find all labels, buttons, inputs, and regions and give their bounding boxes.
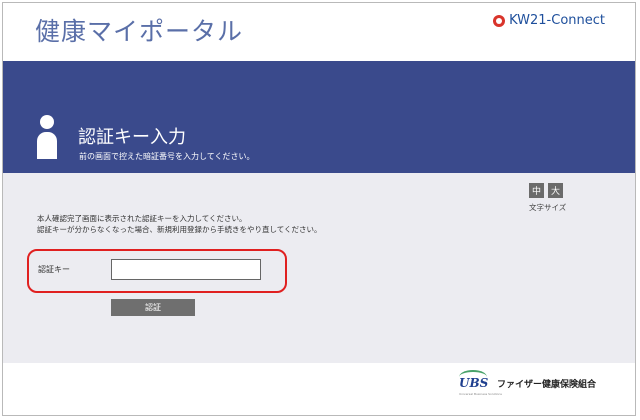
- brand-name: KW21-Connect: [509, 13, 605, 28]
- portal-title: 健康マイポータル: [35, 17, 244, 46]
- ubs-logo: UBS Universal Business Solutions: [459, 370, 502, 396]
- font-size-caption: 文字サイズ: [529, 203, 567, 212]
- instructions: 本人確認完了画面に表示された認証キーを入力してください。 認証キーが分からなくな…: [37, 213, 322, 235]
- page-frame: 健康マイポータル KW21-Connect 認証キー入力 前の画面で控えた暗証番…: [2, 2, 636, 416]
- person-icon: [37, 115, 57, 159]
- font-size-medium-button[interactable]: 中: [529, 183, 544, 198]
- ubs-logo-subtext: Universal Business Solutions: [459, 392, 502, 396]
- authenticate-button[interactable]: 認証: [111, 299, 195, 316]
- instruction-line-2: 認証キーが分からなくなった場合、新規利用登録から手続きをやり直してください。: [37, 225, 322, 234]
- footer: UBS Universal Business Solutions ファイザー健康…: [3, 363, 635, 415]
- main-content: 中 大 文字サイズ 本人確認完了画面に表示された認証キーを入力してください。 認…: [3, 173, 635, 363]
- font-size-large-button[interactable]: 大: [548, 183, 563, 198]
- page-subtitle: 前の画面で控えた暗証番号を入力してください。: [79, 152, 255, 161]
- brand-logo: KW21-Connect: [493, 13, 605, 28]
- page-title: 認証キー入力: [78, 127, 186, 148]
- organization-name: ファイザー健康保険組合: [497, 380, 597, 390]
- header: 健康マイポータル KW21-Connect: [3, 3, 635, 61]
- title-banner: 認証キー入力 前の画面で控えた暗証番号を入力してください。: [3, 61, 635, 173]
- brand-circle-icon: [493, 14, 506, 27]
- auth-key-label: 認証キー: [38, 265, 70, 274]
- font-size-controls: 中 大: [529, 183, 563, 198]
- auth-key-input[interactable]: [111, 259, 261, 280]
- instruction-line-1: 本人確認完了画面に表示された認証キーを入力してください。: [37, 214, 247, 223]
